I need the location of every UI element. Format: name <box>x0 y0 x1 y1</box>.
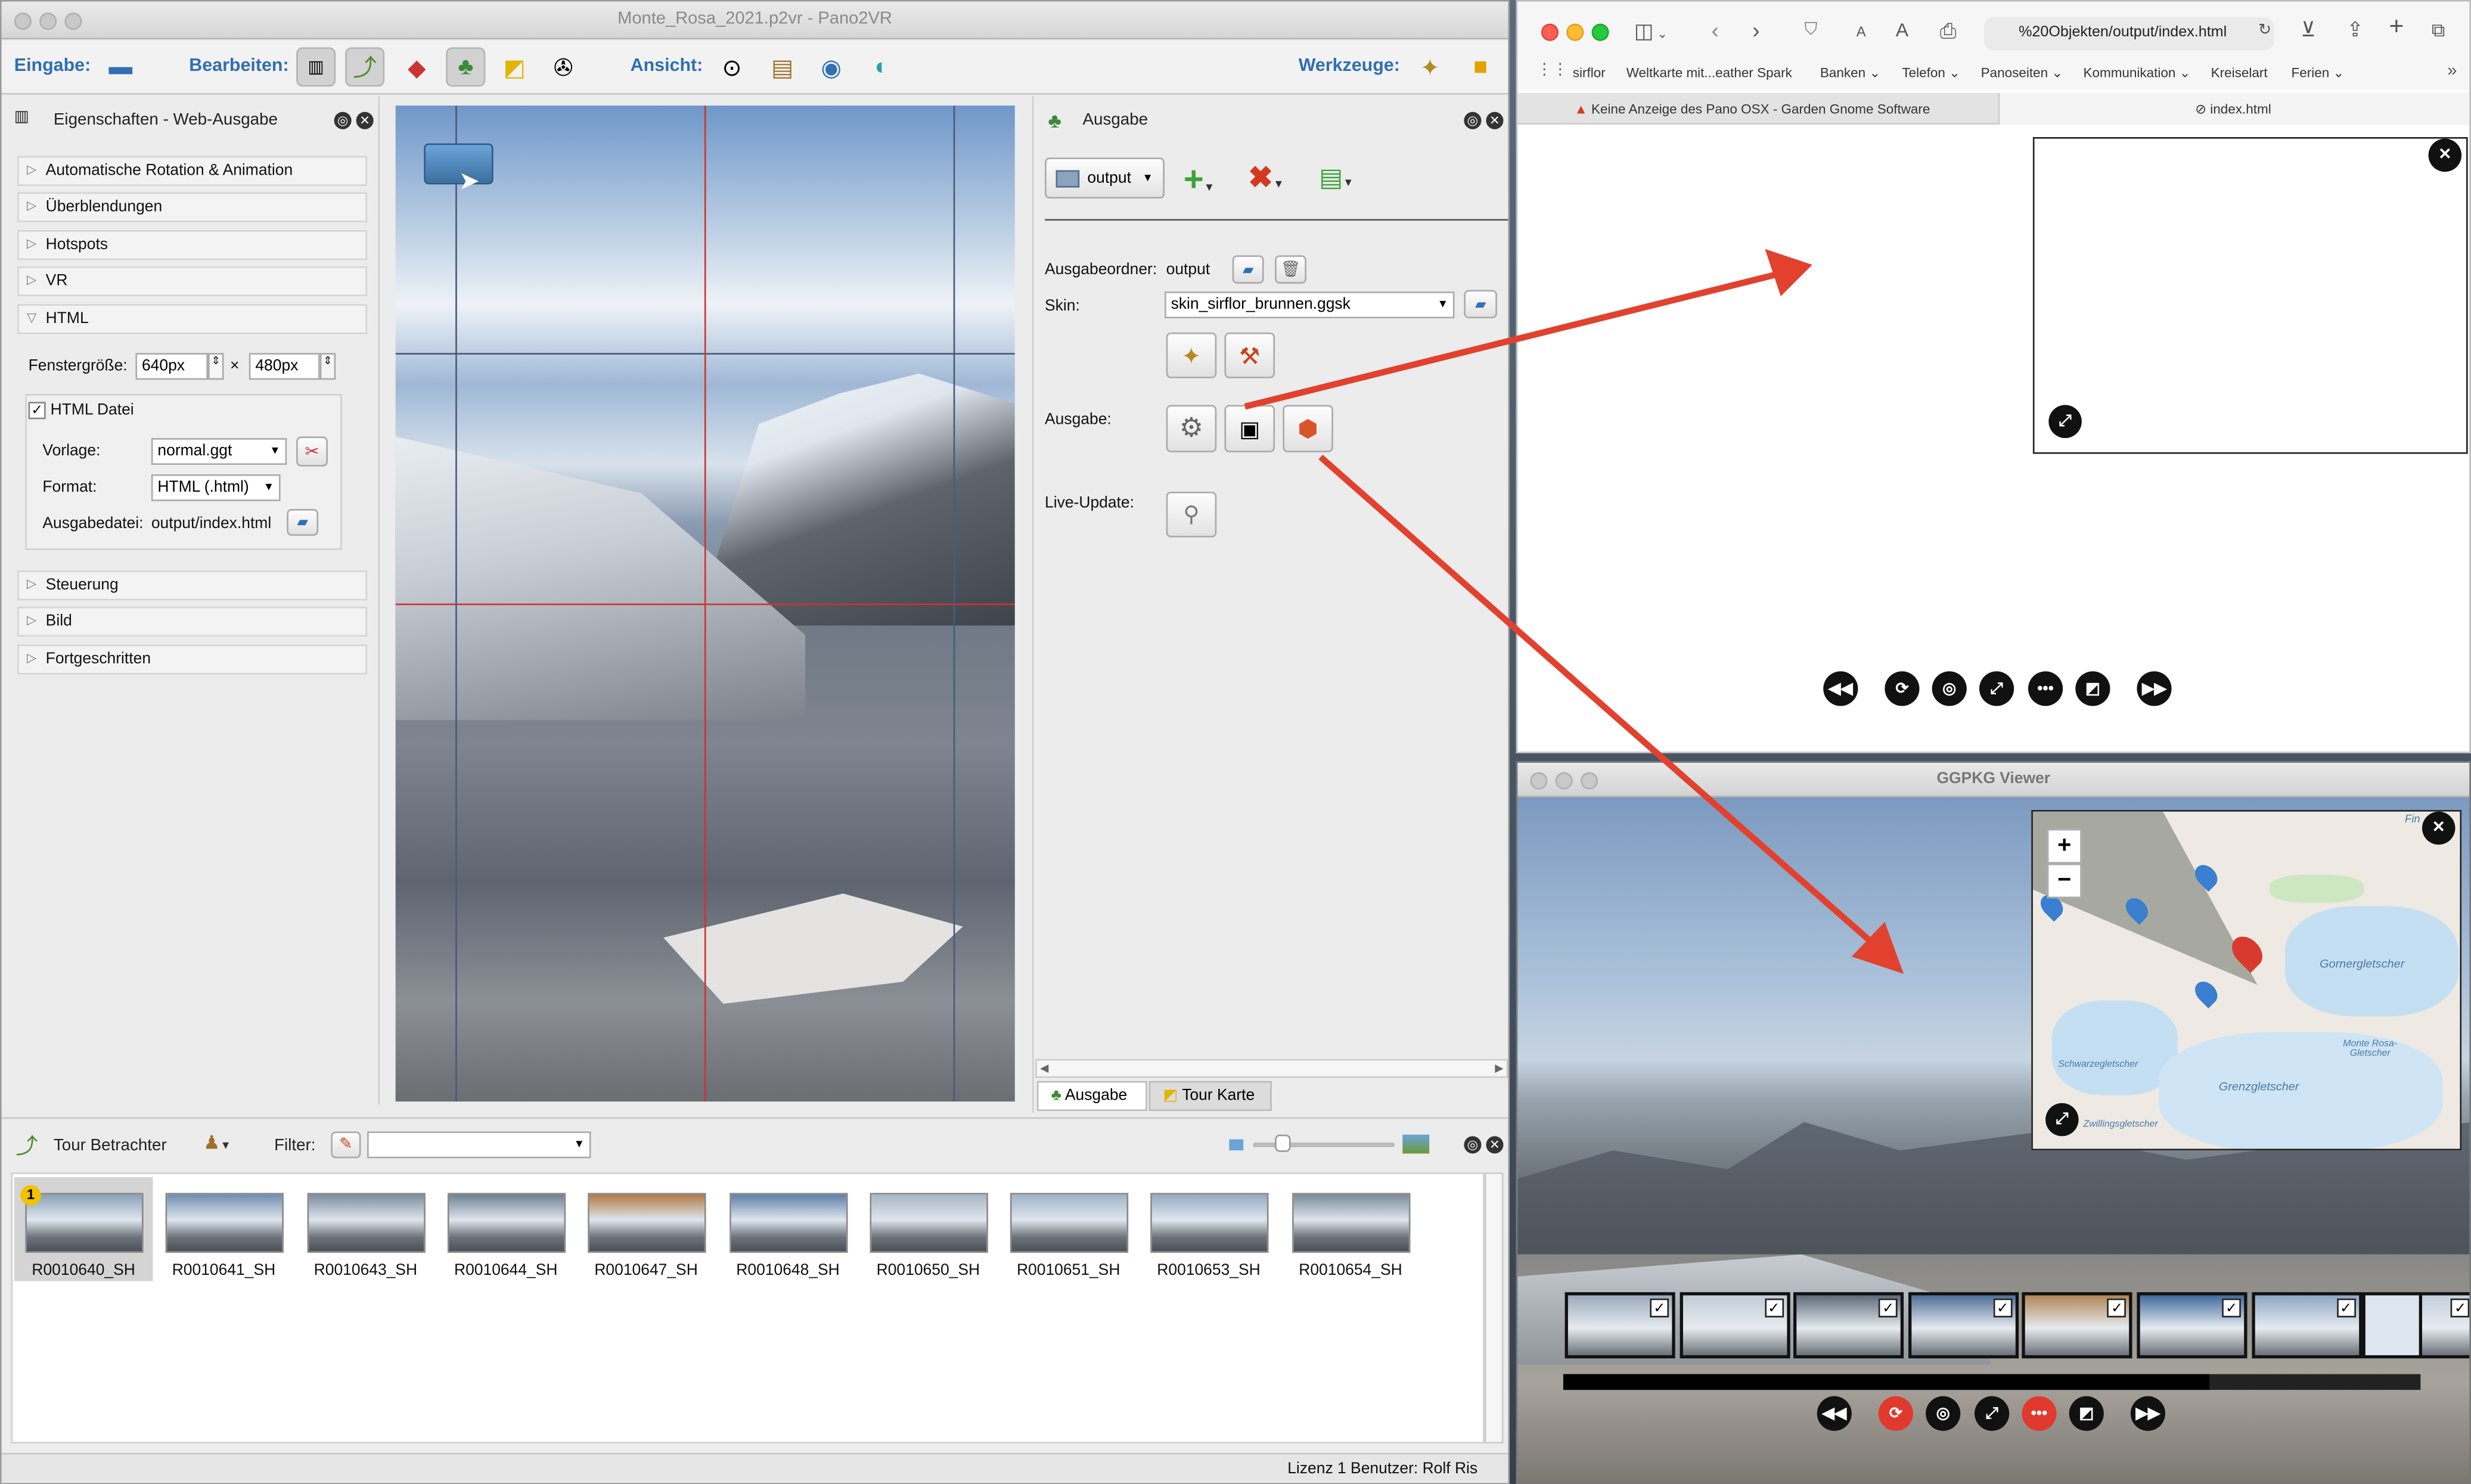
arrow-to-browser <box>1244 271 1778 410</box>
annotation-arrows <box>1244 249 1904 974</box>
arrow-to-ggpkg <box>1318 454 1877 948</box>
